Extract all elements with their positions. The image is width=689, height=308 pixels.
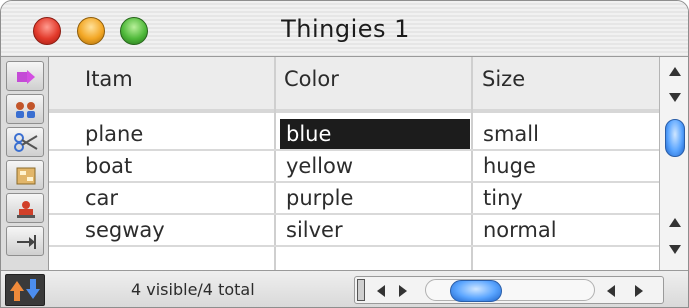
cell-color-selected[interactable]: blue — [280, 119, 470, 149]
stamp-tool-button[interactable] — [6, 193, 44, 223]
header-itam[interactable]: Itam — [85, 67, 133, 91]
pane-splitter[interactable] — [357, 279, 365, 301]
scroll-up-arrow[interactable] — [669, 218, 681, 227]
scroll-right-arrow[interactable] — [399, 285, 407, 297]
scroll-right-arrow-right[interactable] — [635, 285, 643, 297]
table-row[interactable]: plane blue small — [49, 119, 659, 151]
header-size[interactable]: Size — [482, 67, 525, 91]
scroll-up-arrow-top[interactable] — [669, 67, 681, 76]
sort-updown-button[interactable] — [5, 274, 45, 306]
table-row[interactable]: segway silver normal — [49, 215, 659, 247]
arrow-right-icon — [17, 235, 36, 249]
stamp-icon — [17, 201, 35, 218]
vertical-scroll-thumb[interactable] — [665, 119, 685, 157]
scroll-left-arrow[interactable] — [377, 285, 385, 297]
cell-size[interactable]: tiny — [477, 183, 653, 213]
scroll-left-arrow-right[interactable] — [607, 285, 615, 297]
scissors-icon — [14, 133, 38, 152]
cell-item[interactable]: plane — [79, 119, 269, 149]
window-title: Thingies 1 — [281, 15, 410, 43]
data-sheet: Itam Color Size plane blue small boat ye… — [49, 57, 659, 270]
scroll-down-arrow-top[interactable] — [669, 93, 681, 102]
people-tool-button[interactable] — [6, 94, 44, 124]
tool-palette — [1, 57, 49, 270]
table-row[interactable]: boat yellow huge — [49, 151, 659, 183]
horizontal-scrollbar[interactable] — [354, 276, 664, 304]
form-tool-button[interactable] — [6, 160, 44, 190]
cell-color[interactable]: yellow — [280, 151, 470, 181]
people-icon — [16, 102, 35, 118]
form-icon — [16, 167, 36, 185]
vertical-scrollbar[interactable] — [659, 57, 688, 270]
cell-item[interactable]: boat — [79, 151, 269, 181]
pointer-icon — [17, 70, 35, 84]
cell-color[interactable]: silver — [280, 215, 470, 245]
cell-item[interactable]: segway — [79, 215, 269, 245]
record-count-status: 4 visible/4 total — [131, 280, 255, 299]
status-bar: 4 visible/4 total — [1, 270, 688, 307]
pointer-tool-button[interactable] — [6, 61, 44, 91]
scroll-down-arrow[interactable] — [669, 245, 681, 254]
title-bar[interactable]: Thingies 1 — [1, 1, 688, 57]
horizontal-scroll-thumb[interactable] — [450, 280, 502, 302]
cell-size[interactable]: normal — [477, 215, 653, 245]
cell-size[interactable]: huge — [477, 151, 653, 181]
table-row[interactable]: car purple tiny — [49, 183, 659, 215]
database-window: Thingies 1 Itam Color Size plane blue sm… — [0, 0, 689, 308]
cell-color[interactable]: purple — [280, 183, 470, 213]
scissors-tool-button[interactable] — [6, 127, 44, 157]
sort-updown-icon — [10, 279, 40, 301]
cell-size[interactable]: small — [477, 119, 653, 149]
arrow-tool-button[interactable] — [6, 226, 44, 256]
cell-item[interactable]: car — [79, 183, 269, 213]
header-color[interactable]: Color — [284, 67, 339, 91]
